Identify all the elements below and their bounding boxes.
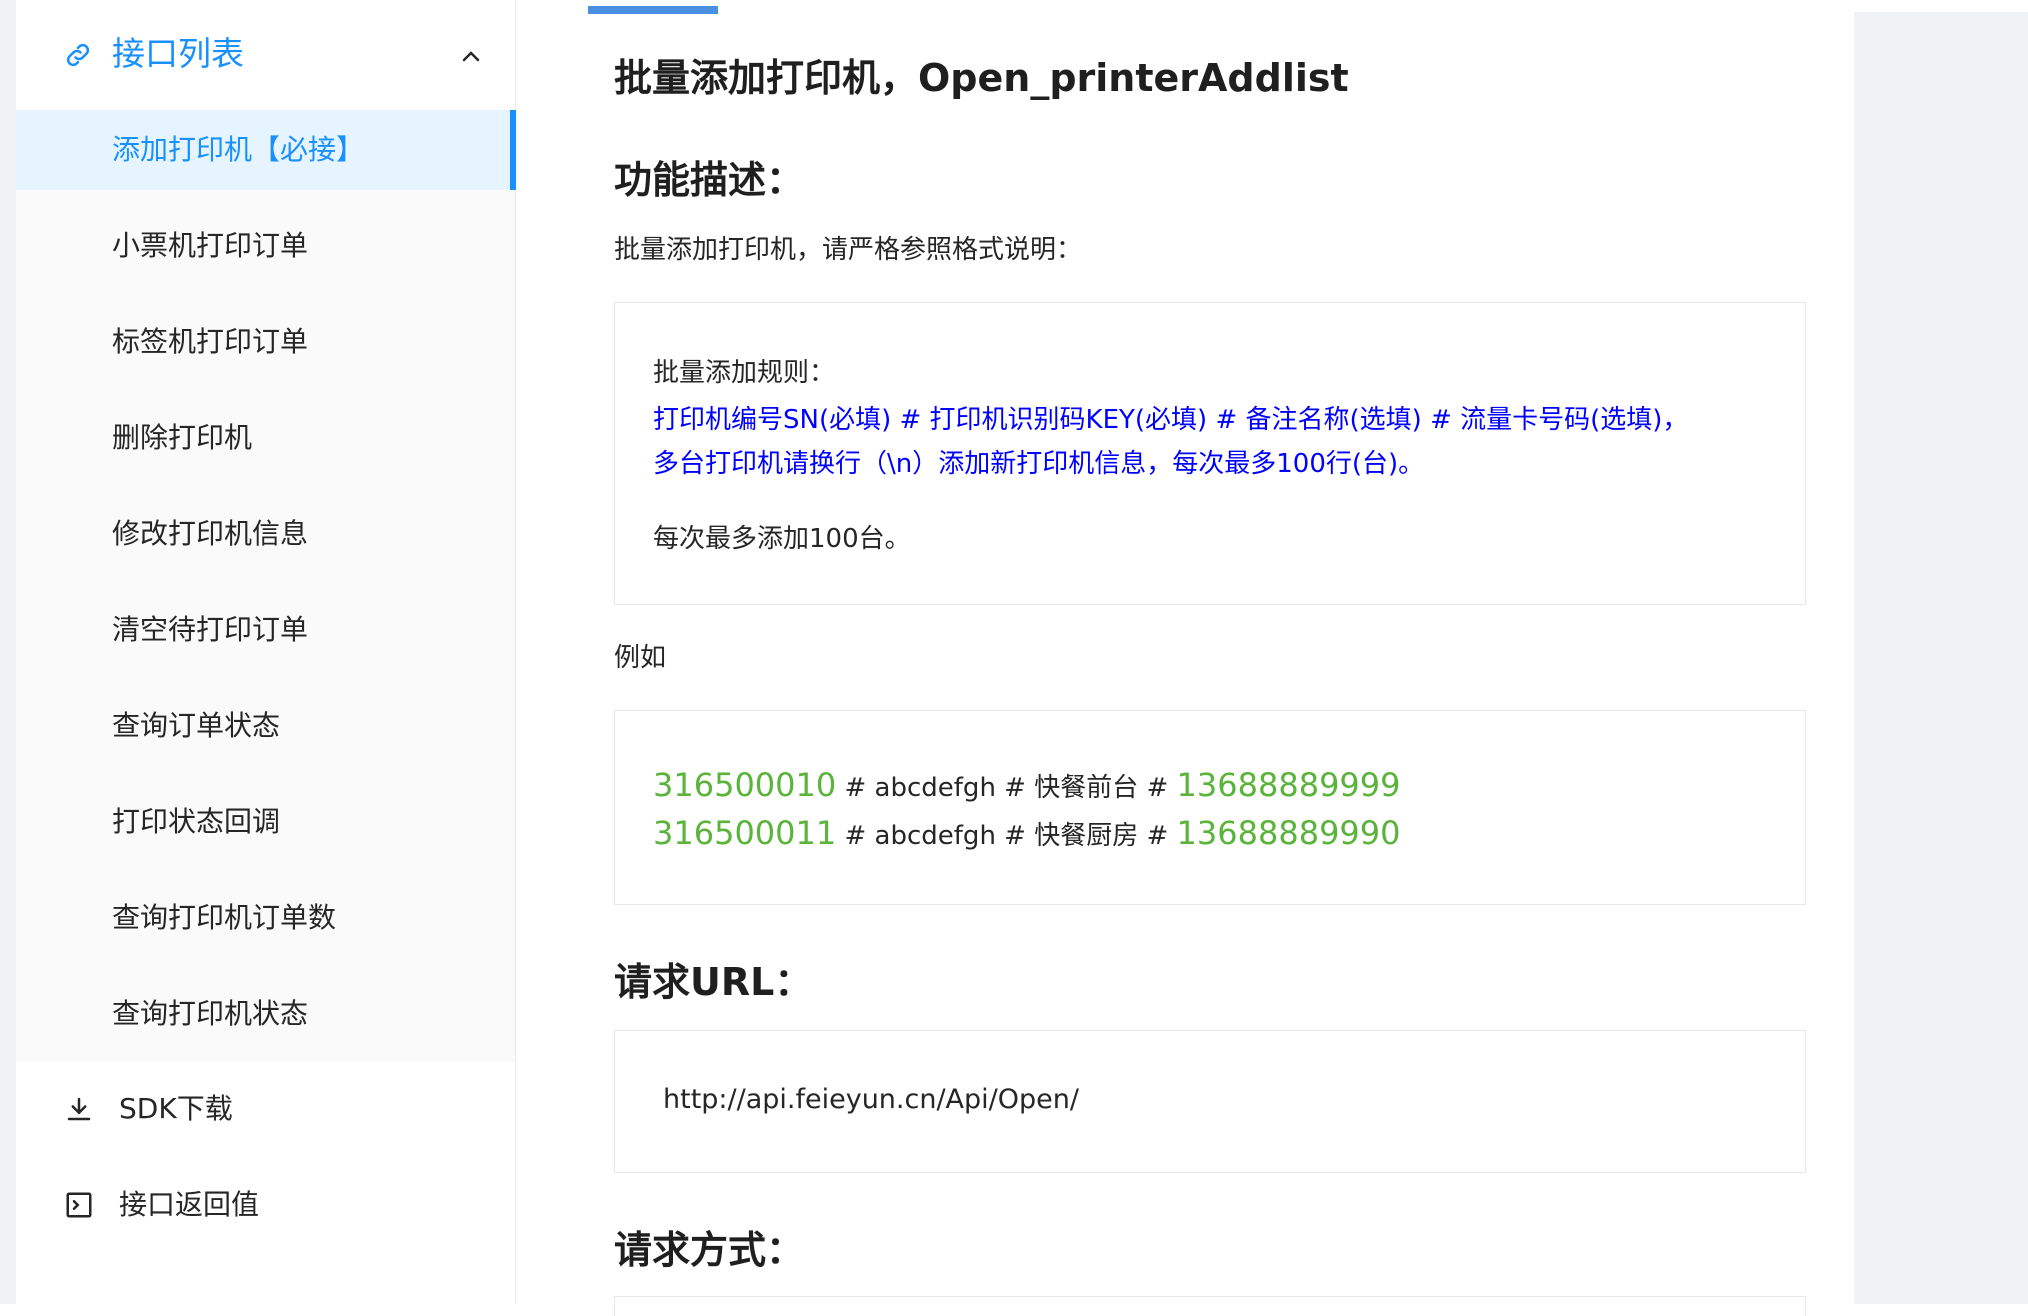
link-icon	[66, 43, 90, 67]
left-edge	[0, 0, 16, 1304]
example-line-1: 316500010 # abcdefgh # 快餐前台 # 1368888999…	[653, 763, 1401, 810]
sidebar-item-print-callback[interactable]: 打印状态回调	[16, 782, 515, 862]
example-sn: 316500010	[653, 766, 837, 804]
sidebar-item-edit-printer[interactable]: 修改打印机信息	[16, 494, 515, 574]
section-heading-method: 请求方式：	[614, 1228, 805, 1272]
sidebar-item-receipt-print[interactable]: 小票机打印订单	[16, 206, 515, 286]
sidebar-item-label: 接口返回值	[119, 1188, 260, 1221]
tab-indicator	[588, 6, 718, 14]
page-title: 批量添加打印机，Open_printerAddlist	[614, 56, 1349, 100]
sidebar-item-label: 修改打印机信息	[112, 517, 309, 550]
request-url: http://api.feieyun.cn/Api/Open/	[663, 1084, 1079, 1115]
sidebar-item-label: 小票机打印订单	[112, 229, 309, 262]
menu-api-list[interactable]: 接口列表	[16, 14, 515, 96]
chevron-up-icon[interactable]	[460, 48, 482, 64]
url-box: http://api.feieyun.cn/Api/Open/	[614, 1030, 1806, 1173]
section-heading-url: 请求URL：	[614, 960, 813, 1004]
sidebar-item-label: SDK下载	[119, 1092, 233, 1125]
sidebar-item-label: 查询订单状态	[112, 709, 281, 742]
sidebar-item-label: 标签机打印订单	[112, 325, 309, 358]
section-heading-function: 功能描述：	[614, 158, 805, 202]
sidebar-item-delete-printer[interactable]: 删除打印机	[16, 398, 515, 478]
example-phone: 13688889990	[1176, 814, 1401, 852]
function-description: 批量添加打印机，请严格参照格式说明：	[614, 235, 1083, 265]
sidebar-item-label: 清空待打印订单	[112, 613, 309, 646]
rules-box: 批量添加规则： 打印机编号SN(必填) # 打印机识别码KEY(必填) # 备注…	[614, 302, 1806, 605]
example-box: 316500010 # abcdefgh # 快餐前台 # 1368888999…	[614, 710, 1806, 905]
rules-note: 每次最多添加100台。	[653, 524, 911, 554]
sidebar-item-add-printer[interactable]: 添加打印机【必接】	[16, 110, 516, 190]
right-margin	[1854, 12, 2028, 1304]
example-middle: # abcdefgh # 快餐前台 #	[836, 773, 1177, 803]
main-content: 批量添加打印机，Open_printerAddlist 功能描述： 批量添加打印…	[516, 0, 1854, 1316]
sidebar-item-label: 删除打印机	[112, 421, 253, 454]
sidebar-item-sdk-download[interactable]: SDK下载	[16, 1070, 515, 1150]
method-box	[614, 1296, 1806, 1316]
sidebar-item-return-values[interactable]: 接口返回值	[16, 1166, 515, 1246]
example-phone: 13688889999	[1176, 766, 1401, 804]
rules-title: 批量添加规则：	[653, 358, 836, 388]
sidebar-item-label: 打印状态回调	[112, 805, 281, 838]
example-middle: # abcdefgh # 快餐厨房 #	[836, 821, 1177, 851]
example-sn: 316500011	[653, 814, 837, 852]
sidebar-item-order-status[interactable]: 查询订单状态	[16, 686, 515, 766]
sidebar-item-printer-status[interactable]: 查询打印机状态	[16, 974, 515, 1054]
sidebar-item-order-count[interactable]: 查询打印机订单数	[16, 878, 515, 958]
example-label: 例如	[614, 643, 667, 673]
rules-line-2: 多台打印机请换行（\n）添加新打印机信息，每次最多100行(台)。	[653, 449, 1425, 479]
example-line-2: 316500011 # abcdefgh # 快餐厨房 # 1368888999…	[653, 811, 1401, 858]
download-icon	[67, 1097, 91, 1121]
rules-line-1: 打印机编号SN(必填) # 打印机识别码KEY(必填) # 备注名称(选填) #…	[653, 405, 1689, 435]
sidebar-item-label: 查询打印机状态	[112, 997, 309, 1030]
sidebar: 接口列表 添加打印机【必接】 小票机打印订单 标签机打印订单 删除打印机 修改打…	[16, 0, 516, 1304]
terminal-icon	[66, 1192, 92, 1218]
sidebar-item-label-print[interactable]: 标签机打印订单	[16, 302, 515, 382]
menu-api-list-label: 接口列表	[112, 34, 244, 73]
sidebar-item-clear-queue[interactable]: 清空待打印订单	[16, 590, 515, 670]
sidebar-item-label: 添加打印机【必接】	[112, 133, 365, 166]
sidebar-item-label: 查询打印机订单数	[112, 901, 337, 934]
